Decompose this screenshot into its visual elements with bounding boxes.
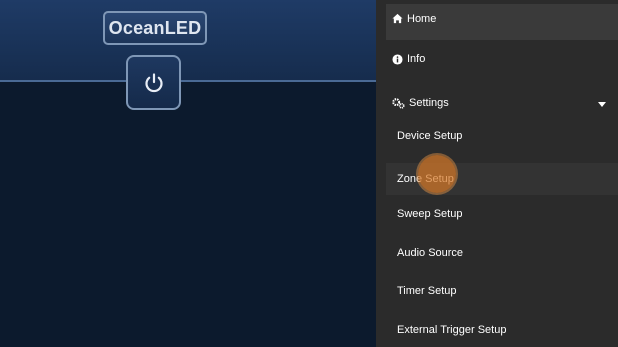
header-bar: OceanLED <box>0 0 376 82</box>
menu-label-home: Home <box>407 13 437 25</box>
side-menu: Home Info Settings Device Setup Zone Set… <box>376 0 618 347</box>
power-button[interactable] <box>126 55 181 110</box>
menu-item-timer-setup[interactable]: Timer Setup <box>376 275 618 307</box>
menu-label-zone-setup: Zone Setup <box>397 173 454 185</box>
menu-item-info[interactable]: Info <box>376 43 618 75</box>
home-icon <box>392 13 403 24</box>
menu-item-zone-setup[interactable]: Zone Setup <box>386 163 618 195</box>
menu-item-settings[interactable]: Settings <box>376 87 618 119</box>
menu-item-home[interactable]: Home <box>386 4 618 40</box>
menu-item-external-trigger-setup[interactable]: External Trigger Setup <box>376 314 618 346</box>
menu-label-settings: Settings <box>409 97 449 109</box>
menu-label-timer-setup: Timer Setup <box>397 285 457 297</box>
menu-item-device-setup[interactable]: Device Setup <box>376 120 618 152</box>
menu-label-external-trigger-setup: External Trigger Setup <box>397 324 507 336</box>
menu-label-audio-source: Audio Source <box>397 247 464 259</box>
gears-icon <box>392 97 405 109</box>
menu-label-info: Info <box>407 53 426 65</box>
menu-item-sweep-setup[interactable]: Sweep Setup <box>376 198 618 230</box>
power-icon <box>144 72 163 92</box>
info-icon <box>392 53 403 65</box>
caret-down-icon[interactable] <box>598 102 606 107</box>
menu-label-device-setup: Device Setup <box>397 130 463 142</box>
menu-label-sweep-setup: Sweep Setup <box>397 208 463 220</box>
oceanled-logo: OceanLED <box>103 11 207 45</box>
app: OceanLED Home Info Settings Device Setup… <box>0 0 618 347</box>
menu-item-audio-source[interactable]: Audio Source <box>376 237 618 269</box>
main-panel: OceanLED <box>0 0 376 347</box>
